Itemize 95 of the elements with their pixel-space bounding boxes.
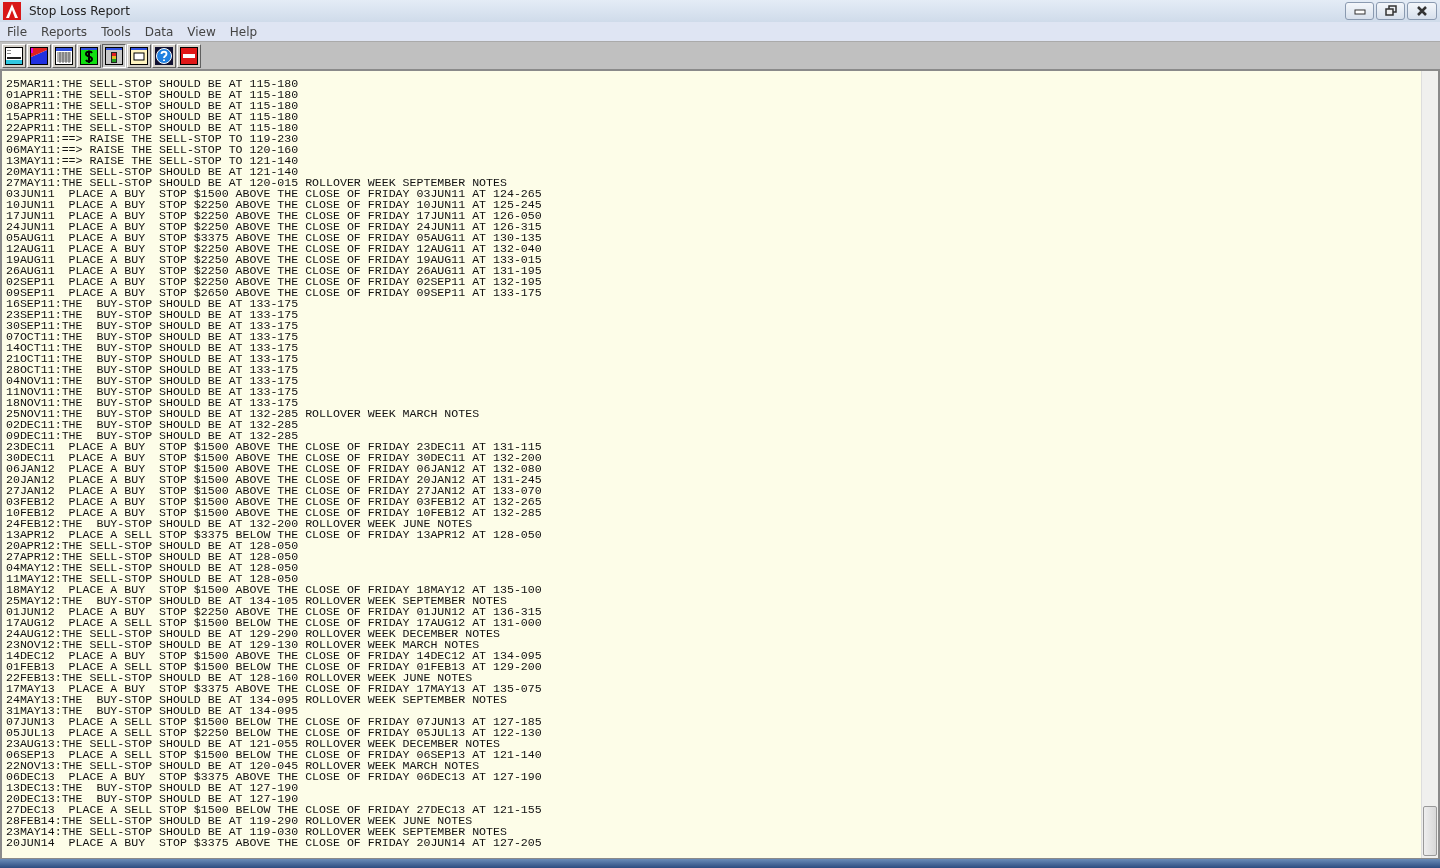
scrollbar-thumb[interactable]: [1423, 806, 1437, 856]
report-line: 10FEB12 PLACE A BUY STOP $1500 ABOVE THE CLOSE OF FRIDAY 10FEB12 AT 132-285: [6, 507, 543, 518]
report-line: 18NOV11:THE BUY-STOP SHOULD BE AT 133-175: [6, 397, 300, 408]
report-line: 22NOV13:THE SELL-STOP SHOULD BE AT 120-045 ROLLOVER WEEK MARCH NOTES: [6, 760, 481, 771]
report-line: 13APR12 PLACE A SELL STOP $3375 BELOW THE CLOSE OF FRIDAY 13APR12 AT 128-050: [6, 529, 543, 540]
chart-icon: [30, 46, 48, 65]
report-line: 20MAY11:THE SELL-STOP SHOULD BE AT 121-140: [6, 166, 300, 177]
report-line: 01FEB13 PLACE A SELL STOP $1500 BELOW THE CLOSE OF FRIDAY 01FEB13 AT 129-200: [6, 661, 543, 672]
report-line: 19AUG11 PLACE A BUY STOP $2250 ABOVE THE CLOSE OF FRIDAY 19AUG11 AT 133-015: [6, 254, 543, 265]
report-line: 21OCT11:THE BUY-STOP SHOULD BE AT 133-175: [6, 353, 300, 364]
report-line: 06MAY11:==> RAISE THE SELL-STOP TO 120-160: [6, 144, 300, 155]
menu-item[interactable]: Help: [225, 24, 262, 39]
report-line: 17MAY13 PLACE A BUY STOP $3375 ABOVE THE CLOSE OF FRIDAY 17MAY13 AT 135-075: [6, 683, 543, 694]
menu-item[interactable]: File: [3, 24, 32, 39]
report-line: 23AUG13:THE SELL-STOP SHOULD BE AT 121-055 ROLLOVER WEEK DECEMBER NOTES: [6, 738, 501, 749]
report-line: 03FEB12 PLACE A BUY STOP $1500 ABOVE THE CLOSE OF FRIDAY 03FEB12 AT 132-265: [6, 496, 543, 507]
report-line: 06DEC13 PLACE A BUY STOP $3375 ABOVE THE CLOSE OF FRIDAY 06DEC13 AT 127-190: [6, 771, 543, 782]
report-line: 16SEP11:THE BUY-STOP SHOULD BE AT 133-175: [6, 298, 300, 309]
report-line: 09SEP11 PLACE A BUY STOP $2650 ABOVE THE CLOSE OF FRIDAY 09SEP11 AT 133-175: [6, 287, 543, 298]
report-line: 14DEC12 PLACE A BUY STOP $1500 ABOVE THE CLOSE OF FRIDAY 14DEC12 AT 134-095: [6, 650, 543, 661]
menu-item[interactable]: View: [183, 24, 220, 39]
report-line: 27APR12:THE SELL-STOP SHOULD BE AT 128-050: [6, 551, 300, 562]
report-line: 30SEP11:THE BUY-STOP SHOULD BE AT 133-175: [6, 320, 300, 331]
report-line: 14OCT11:THE BUY-STOP SHOULD BE AT 133-175: [6, 342, 300, 353]
report-line: 20JUN14 PLACE A BUY STOP $3375 ABOVE THE CLOSE OF FRIDAY 20JUN14 AT 127-205: [6, 837, 543, 848]
report-line: 27DEC13 PLACE A SELL STOP $1500 BELOW THE CLOSE OF FRIDAY 27DEC13 AT 121-155: [6, 804, 543, 815]
close-icon: [1415, 5, 1429, 17]
report-line: 13MAY11:==> RAISE THE SELL-STOP TO 121-140: [6, 155, 300, 166]
report-line: 29APR11:==> RAISE THE SELL-STOP TO 119-230: [6, 133, 300, 144]
report-line: 15APR11:THE SELL-STOP SHOULD BE AT 115-180: [6, 111, 300, 122]
menu-item[interactable]: Data: [140, 24, 178, 39]
report-line: 25MAR11:THE SELL-STOP SHOULD BE AT 115-180: [6, 78, 300, 89]
report-line: 10JUN11 PLACE A BUY STOP $2250 ABOVE THE CLOSE OF FRIDAY 10JUN11 AT 125-245: [6, 199, 543, 210]
minimize-button[interactable]: [1345, 2, 1374, 20]
report-line: 13DEC13:THE BUY-STOP SHOULD BE AT 127-190: [6, 782, 300, 793]
report-line: 25MAY12:THE BUY-STOP SHOULD BE AT 134-105 ROLLOVER WEEK SEPTEMBER NOTES: [6, 595, 508, 606]
report-line: 18MAY12 PLACE A BUY STOP $1500 ABOVE THE CLOSE OF FRIDAY 18MAY12 AT 135-100: [6, 584, 543, 595]
report-line: 05JUL13 PLACE A SELL STOP $2250 BELOW THE CLOSE OF FRIDAY 05JUL13 AT 122-130: [6, 727, 543, 738]
report-line: 01JUN12 PLACE A BUY STOP $2250 ABOVE THE CLOSE OF FRIDAY 01JUN12 AT 136-315: [6, 606, 543, 617]
report-line: 25NOV11:THE BUY-STOP SHOULD BE AT 132-285 ROLLOVER WEEK MARCH NOTES: [6, 408, 481, 419]
report-line: 24FEB12:THE BUY-STOP SHOULD BE AT 132-200 ROLLOVER WEEK JUNE NOTES: [6, 518, 474, 529]
report-line: 22APR11:THE SELL-STOP SHOULD BE AT 115-180: [6, 122, 300, 133]
report-line: 22FEB13:THE SELL-STOP SHOULD BE AT 128-160 ROLLOVER WEEK JUNE NOTES: [6, 672, 474, 683]
report-line: 03JUN11 PLACE A BUY STOP $1500 ABOVE THE CLOSE OF FRIDAY 03JUN11 AT 124-265: [6, 188, 543, 199]
screen-icon: [5, 46, 23, 65]
dollar-icon: [80, 46, 98, 65]
report-line: 24AUG12:THE SELL-STOP SHOULD BE AT 129-290 ROLLOVER WEEK DECEMBER NOTES: [6, 628, 501, 639]
report-line: 27MAY11:THE SELL-STOP SHOULD BE AT 120-015 ROLLOVER WEEK SEPTEMBER NOTES: [6, 177, 508, 188]
report-line: 23SEP11:THE BUY-STOP SHOULD BE AT 133-175: [6, 309, 300, 320]
report-line: 09DEC11:THE BUY-STOP SHOULD BE AT 132-285: [6, 430, 300, 441]
menu-item[interactable]: Tools: [97, 24, 135, 39]
window-title: Stop Loss Report: [29, 4, 130, 18]
vertical-scrollbar[interactable]: [1421, 71, 1438, 858]
report-line: 01APR11:THE SELL-STOP SHOULD BE AT 115-180: [6, 89, 300, 100]
report-line: 24MAY13:THE BUY-STOP SHOULD BE AT 134-095 ROLLOVER WEEK SEPTEMBER NOTES: [6, 694, 508, 705]
grid-icon: [55, 46, 73, 65]
report-line: 31MAY13:THE BUY-STOP SHOULD BE AT 134-095: [6, 705, 300, 716]
report-line: 20JAN12 PLACE A BUY STOP $1500 ABOVE THE CLOSE OF FRIDAY 20JAN12 AT 131-245: [6, 474, 543, 485]
report-line: 05AUG11 PLACE A BUY STOP $3375 ABOVE THE CLOSE OF FRIDAY 05AUG11 AT 130-135: [6, 232, 543, 243]
toolbar-button[interactable]: [102, 43, 126, 68]
report-line: 28FEB14:THE SELL-STOP SHOULD BE AT 119-290 ROLLOVER WEEK JUNE NOTES: [6, 815, 474, 826]
report-line: 11MAY12:THE SELL-STOP SHOULD BE AT 128-050: [6, 573, 300, 584]
report-line: 20DEC13:THE BUY-STOP SHOULD BE AT 127-190: [6, 793, 300, 804]
restore-button[interactable]: [1376, 2, 1405, 20]
report-line: 30DEC11 PLACE A BUY STOP $1500 ABOVE THE CLOSE OF FRIDAY 30DEC11 AT 132-200: [6, 452, 543, 463]
restore-icon: [1383, 5, 1398, 17]
report-line: 23NOV12:THE SELL-STOP SHOULD BE AT 129-130 ROLLOVER WEEK MARCH NOTES: [6, 639, 481, 650]
minimize-icon: [1352, 6, 1367, 16]
report-line: 07JUN13 PLACE A SELL STOP $1500 BELOW THE CLOSE OF FRIDAY 07JUN13 AT 127-185: [6, 716, 543, 727]
report-line: 04MAY12:THE SELL-STOP SHOULD BE AT 128-050: [6, 562, 300, 573]
report-line: 23DEC11 PLACE A BUY STOP $1500 ABOVE THE CLOSE OF FRIDAY 23DEC11 AT 131-115: [6, 441, 543, 452]
menu-item[interactable]: Reports: [37, 24, 92, 39]
report-line: 02DEC11:THE BUY-STOP SHOULD BE AT 132-285: [6, 419, 300, 430]
report-line: 06SEP13 PLACE A SELL STOP $1500 BELOW THE CLOSE OF FRIDAY 06SEP13 AT 121-140: [6, 749, 543, 760]
traffic-light-icon: [105, 46, 123, 65]
report-line: 24JUN11 PLACE A BUY STOP $2250 ABOVE THE CLOSE OF FRIDAY 24JUN11 AT 126-315: [6, 221, 543, 232]
report-line: 11NOV11:THE BUY-STOP SHOULD BE AT 133-175: [6, 386, 300, 397]
report-line: 12AUG11 PLACE A BUY STOP $2250 ABOVE THE CLOSE OF FRIDAY 12AUG11 AT 132-040: [6, 243, 543, 254]
report-line: 26AUG11 PLACE A BUY STOP $2250 ABOVE THE CLOSE OF FRIDAY 26AUG11 AT 131-195: [6, 265, 543, 276]
report-line: 17JUN11 PLACE A BUY STOP $2250 ABOVE THE CLOSE OF FRIDAY 17JUN11 AT 126-050: [6, 210, 543, 221]
report-line: 20APR12:THE SELL-STOP SHOULD BE AT 128-050: [6, 540, 300, 551]
report-line: 27JAN12 PLACE A BUY STOP $1500 ABOVE THE CLOSE OF FRIDAY 27JAN12 AT 133-070: [6, 485, 543, 496]
report-line: 28OCT11:THE BUY-STOP SHOULD BE AT 133-175: [6, 364, 300, 375]
report-line: 06JAN12 PLACE A BUY STOP $1500 ABOVE THE CLOSE OF FRIDAY 06JAN12 AT 132-080: [6, 463, 543, 474]
report-line: 23MAY14:THE SELL-STOP SHOULD BE AT 119-030 ROLLOVER WEEK SEPTEMBER NOTES: [6, 826, 508, 837]
report-line: 02SEP11 PLACE A BUY STOP $2250 ABOVE THE CLOSE OF FRIDAY 02SEP11 AT 132-195: [6, 276, 543, 287]
report-line: 07OCT11:THE BUY-STOP SHOULD BE AT 133-175: [6, 331, 300, 342]
report-line: 17AUG12 PLACE A SELL STOP $1500 BELOW THE CLOSE OF FRIDAY 17AUG12 AT 131-000: [6, 617, 543, 628]
app-logo-icon: [3, 2, 21, 20]
report-line: 08APR11:THE SELL-STOP SHOULD BE AT 115-180: [6, 100, 300, 111]
window-icon: [130, 46, 148, 65]
report-line: 04NOV11:THE BUY-STOP SHOULD BE AT 133-175: [6, 375, 300, 386]
stop-sign-icon: [180, 46, 198, 65]
help-icon: [155, 46, 173, 65]
close-button[interactable]: [1407, 2, 1437, 20]
